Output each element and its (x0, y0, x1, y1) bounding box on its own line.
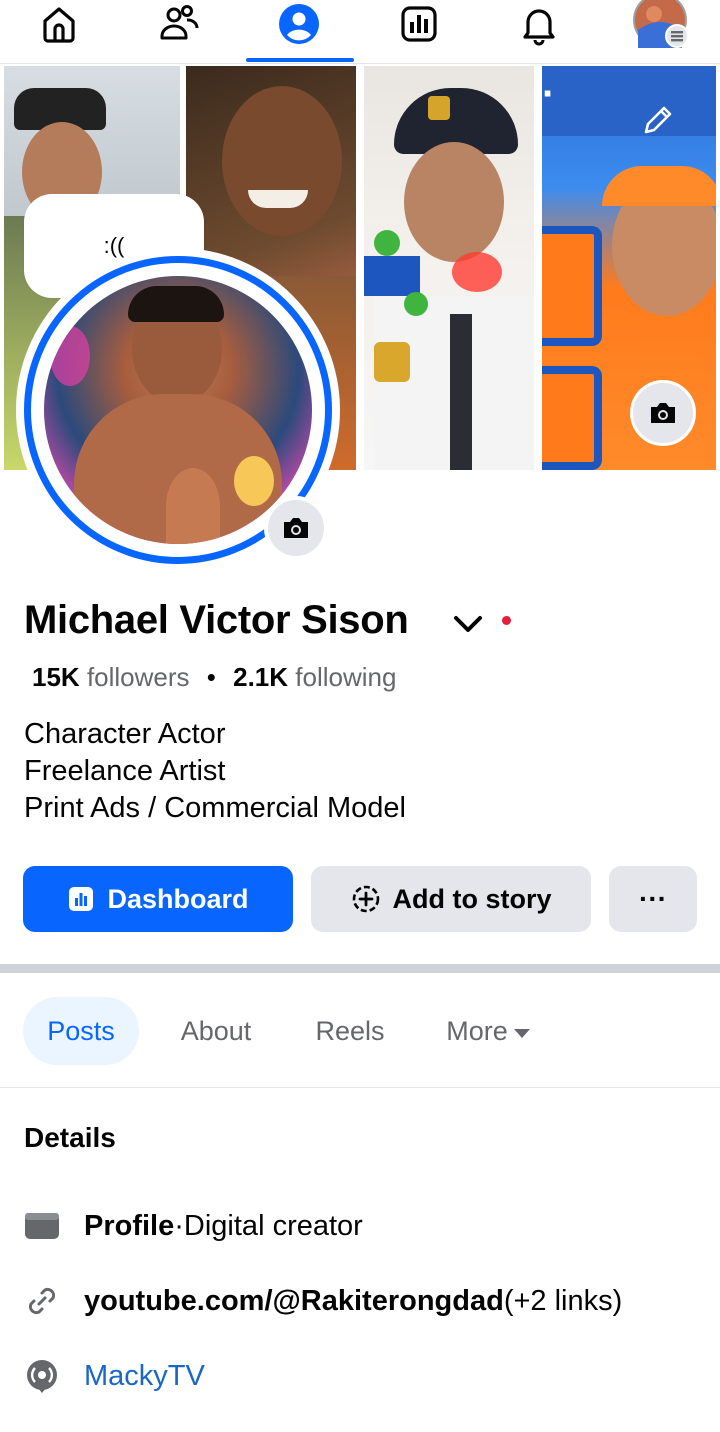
profile-type-value: Digital creator (183, 1209, 363, 1242)
add-to-story-button[interactable]: Add to story (311, 866, 591, 932)
profile-picture[interactable] (44, 276, 312, 544)
bell-icon (523, 9, 555, 46)
camera-icon (651, 403, 675, 423)
nav-menu[interactable] (632, 0, 689, 48)
dashboard-button-label: Dashboard (107, 883, 249, 914)
nav-friends[interactable] (134, 0, 224, 64)
bio-line: Print Ads / Commercial Model (24, 792, 406, 824)
followers-label: followers (86, 662, 190, 692)
tab-about-label: About (180, 1015, 252, 1046)
notification-dot (502, 616, 511, 625)
edit-cover-pencil-icon[interactable] (640, 104, 674, 138)
profile-icon (279, 4, 319, 44)
detail-links[interactable]: youtube.com/@Rakiterongdad (+2 links) (24, 1279, 622, 1323)
camera-icon (284, 518, 308, 538)
profile-card-icon (24, 1208, 60, 1244)
profile-bio: Character Actor Freelance Artist Print A… (24, 716, 406, 827)
chevron-down-icon[interactable] (452, 610, 484, 638)
more-options-icon: ··· (639, 883, 667, 914)
dashboard-button[interactable]: Dashboard (23, 866, 293, 932)
tab-posts-label: Posts (47, 1015, 115, 1046)
dashboard-icon (69, 887, 94, 911)
add-to-story-label: Add to story (392, 883, 552, 914)
following-label: following (295, 662, 397, 692)
page-link[interactable]: MackyTV (84, 1360, 205, 1393)
detail-page[interactable]: MackyTV (24, 1354, 205, 1398)
caret-down-icon (513, 1028, 530, 1038)
top-navigation (0, 0, 720, 64)
profile-type-label: Profile (84, 1209, 175, 1242)
tab-reels-label: Reels (315, 1015, 385, 1046)
link-extra[interactable]: (+2 links) (504, 1285, 622, 1318)
bio-line: Character Actor (24, 718, 226, 750)
cover-number-graphic: · (542, 72, 555, 116)
profile-type-separator: · (174, 1209, 184, 1242)
home-icon (43, 7, 75, 43)
nav-notifications[interactable] (494, 0, 584, 64)
tab-more-label: More (446, 1015, 508, 1046)
following-count: 2.1K (233, 662, 289, 692)
stats-separator: • (206, 662, 216, 692)
live-broadcast-icon (24, 1358, 60, 1394)
follow-stats[interactable]: 15K followers • 2.1K following (32, 662, 396, 693)
tabs-divider (0, 1087, 720, 1088)
profile-tabs: Posts About Reels More (0, 997, 720, 1065)
note-text: :(( (103, 233, 125, 258)
edit-profile-picture-button[interactable] (264, 496, 328, 560)
tab-more[interactable]: More (430, 997, 546, 1065)
tab-reels[interactable]: Reels (296, 997, 404, 1065)
link-main[interactable]: youtube.com/@Rakiterongdad (84, 1285, 504, 1318)
details-heading: Details (24, 1122, 116, 1153)
add-story-icon (352, 885, 379, 913)
more-options-button[interactable]: ··· (609, 866, 697, 932)
cover-image-3 (364, 66, 534, 470)
avatar-menu-icon (633, 0, 689, 48)
nav-home[interactable] (14, 0, 104, 64)
friends-icon (160, 5, 199, 40)
detail-profile-type: Profile · Digital creator (24, 1204, 363, 1248)
nav-dashboard[interactable] (374, 0, 464, 64)
link-icon (24, 1283, 60, 1319)
nav-profile[interactable] (254, 0, 344, 64)
tab-about[interactable]: About (160, 997, 272, 1065)
section-divider (0, 964, 720, 973)
tab-posts[interactable]: Posts (23, 997, 139, 1065)
profile-name: Michael Victor Sison (24, 598, 409, 642)
bio-line: Freelance Artist (24, 755, 226, 787)
edit-cover-photo-button[interactable] (630, 380, 696, 446)
active-tab-indicator (246, 58, 354, 62)
followers-count: 15K (32, 662, 80, 692)
dashboard-icon (401, 6, 437, 42)
